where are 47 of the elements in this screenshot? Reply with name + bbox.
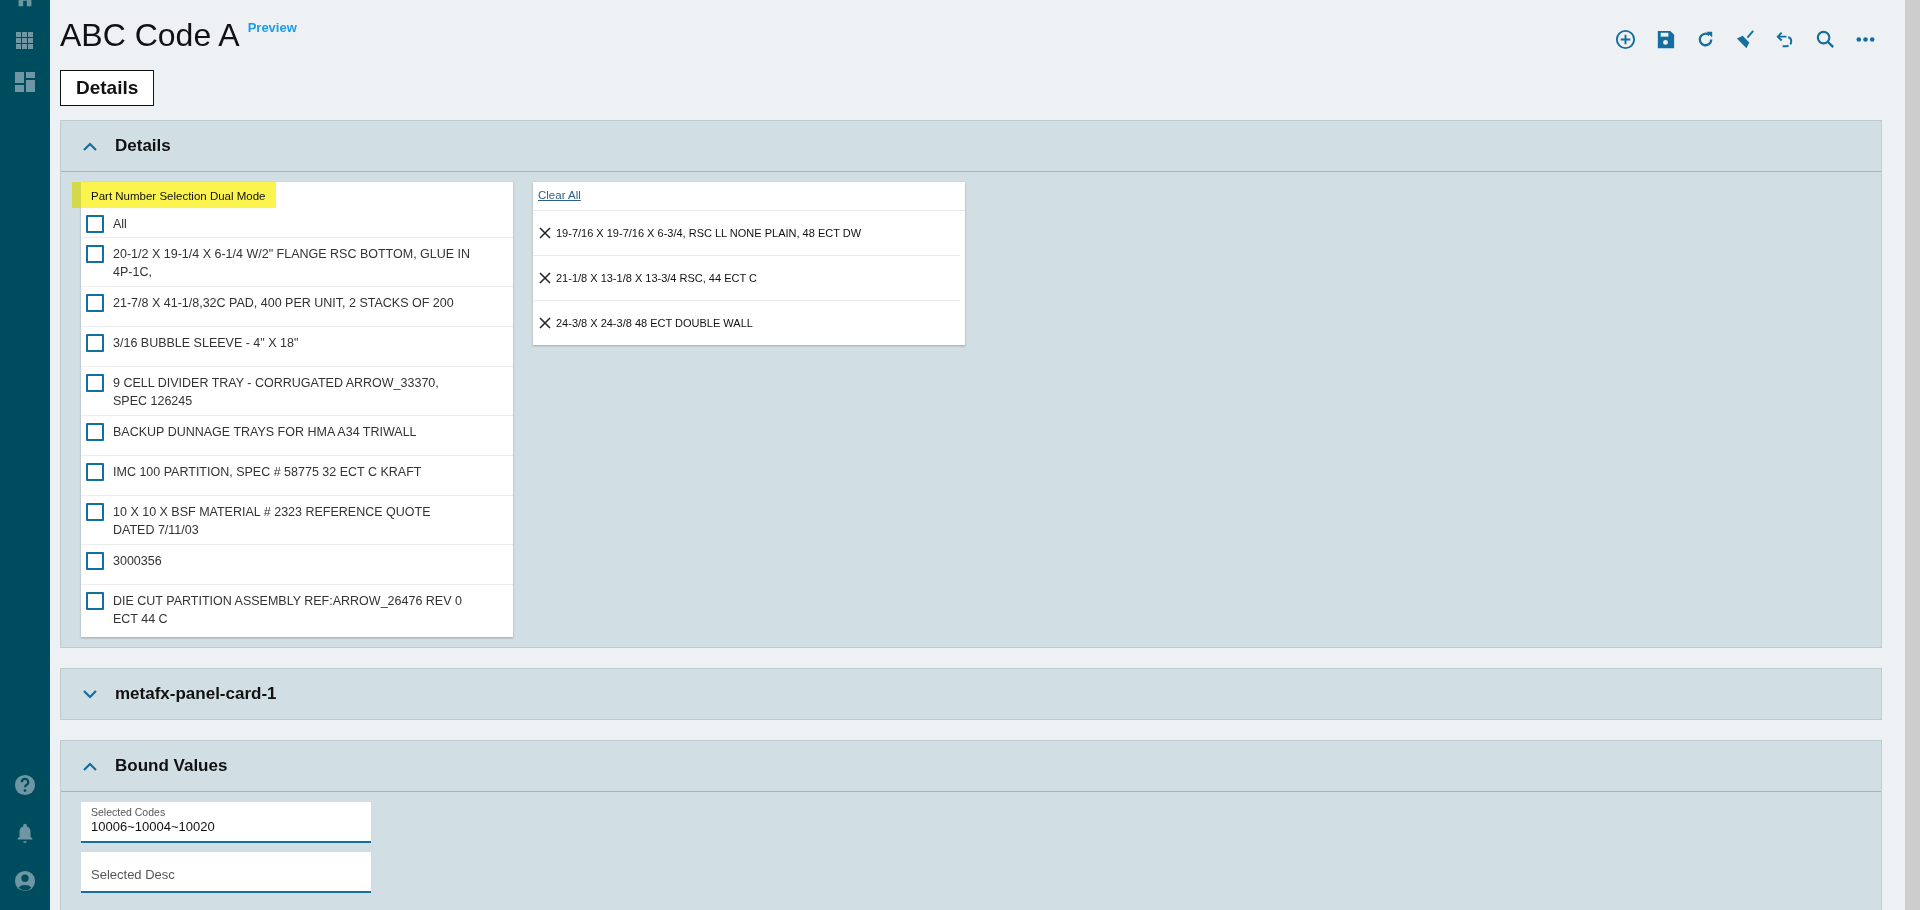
option-label: 3/16 BUBBLE SLEEVE - 4" X 18" — [113, 335, 299, 352]
apps-grid-icon[interactable] — [16, 32, 34, 50]
chevron-icon[interactable] — [83, 761, 97, 771]
option-label: All — [113, 216, 127, 233]
field-label: Part Number Selection Dual Mode — [72, 182, 276, 208]
clear-all-link[interactable]: Clear All — [538, 189, 581, 201]
details-tab[interactable]: Details — [60, 70, 155, 106]
selected-item-label: 19-7/16 X 19-7/16 X 6-3/4, RSC LL NONE PLAIN, 48 ECT DW — [556, 227, 862, 239]
preview-label: Preview — [247, 20, 297, 35]
checkbox[interactable] — [86, 294, 104, 312]
search-icon[interactable] — [1814, 28, 1837, 51]
checkbox[interactable] — [86, 245, 104, 263]
chevron-icon[interactable] — [83, 689, 97, 699]
close-icon[interactable] — [539, 317, 551, 329]
option-label: 9 CELL DIVIDER TRAY - CORRUGATED ARROW_33370, SPEC 126245 — [113, 375, 440, 410]
checkbox[interactable] — [86, 423, 104, 441]
panel-title: Details — [115, 136, 171, 156]
checkbox[interactable] — [86, 592, 104, 610]
selected-item-label: 21-1/8 X 13-1/8 X 13-3/4 RSC, 44 ECT C — [556, 272, 757, 284]
close-icon[interactable] — [539, 272, 551, 284]
option-label: 21-7/8 X 41-1/8,32C PAD, 400 PER UNIT, 2 STACKS OF 200 — [113, 295, 454, 312]
checkbox[interactable] — [86, 463, 104, 481]
option-label: 20-1/2 X 19-1/4 X 6-1/4 W/2" FLANGE RSC BOTTOM, GLUE IN 4P-1C, — [113, 246, 472, 281]
checkbox[interactable] — [86, 503, 104, 521]
checkbox[interactable] — [86, 215, 104, 233]
help-icon[interactable] — [14, 774, 36, 796]
checkbox[interactable] — [86, 374, 104, 392]
user-avatar-icon[interactable] — [14, 870, 36, 892]
panel-title: Bound Values — [115, 756, 228, 776]
option-label: 10 X 10 X BSF MATERIAL # 2323 REFERENCE QUOTE DATED 7/11/03 — [113, 504, 432, 539]
dashboard-icon[interactable] — [15, 72, 35, 92]
option-label: 3000356 — [113, 553, 162, 570]
close-icon[interactable] — [539, 227, 551, 239]
option-label: BACKUP DUNNAGE TRAYS FOR HMA A34 TRIWALL — [113, 424, 417, 441]
panel-title: metafx-panel-card-1 — [115, 684, 277, 704]
checkbox[interactable] — [86, 552, 104, 570]
checkbox[interactable] — [86, 334, 104, 352]
option-label: DIE CUT PARTITION ASSEMBLY REF:ARROW_26476 REV 0 ECT 44 C — [113, 593, 463, 628]
add-circle-icon[interactable] — [1614, 28, 1637, 51]
chevron-icon[interactable] — [83, 141, 97, 151]
broom-icon[interactable] — [1734, 28, 1757, 51]
page-title: ABC Code A — [60, 16, 240, 54]
text-field[interactable]: Selected Desc — [81, 852, 371, 893]
scrollbar[interactable] — [1905, 0, 1920, 910]
text-field[interactable]: Selected Codes 10006~10004~10020 — [81, 802, 371, 843]
selected-item-label: 24-3/8 X 24-3/8 48 ECT DOUBLE WALL — [556, 317, 753, 329]
option-label: IMC 100 PARTITION, SPEC # 58775 32 ECT C KRAFT — [113, 464, 422, 481]
